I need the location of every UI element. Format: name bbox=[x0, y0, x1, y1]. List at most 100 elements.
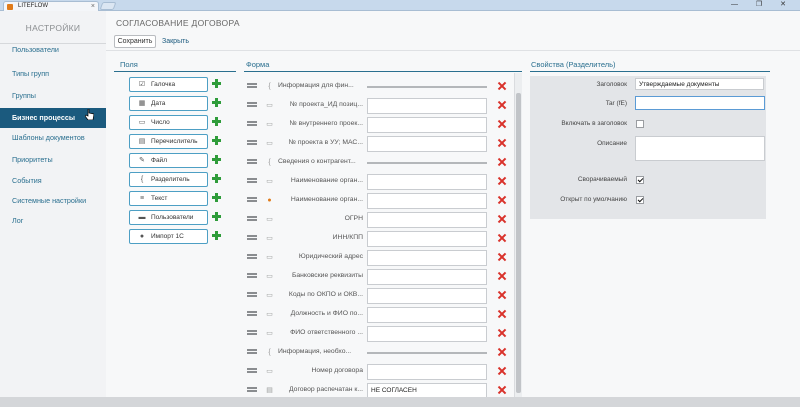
sidebar-item-5[interactable]: Шаблоны документов bbox=[0, 128, 106, 148]
field-type-label: Импорт 1С bbox=[151, 233, 184, 240]
field-type-label: Дата bbox=[151, 100, 166, 107]
sidebar-item-3[interactable]: Группы bbox=[0, 86, 106, 106]
delete-row-icon[interactable] bbox=[498, 291, 506, 299]
sidebar-item-1[interactable]: Пользователи bbox=[0, 40, 106, 60]
drag-handle-icon[interactable] bbox=[247, 197, 257, 204]
drag-handle-icon[interactable] bbox=[247, 178, 257, 185]
drag-handle-icon[interactable] bbox=[247, 235, 257, 242]
drag-handle-icon[interactable] bbox=[247, 216, 257, 223]
delete-row-icon[interactable] bbox=[498, 386, 506, 394]
delete-row-icon[interactable] bbox=[498, 120, 506, 128]
drag-handle-icon[interactable] bbox=[247, 311, 257, 318]
row-type-icon: ▭ bbox=[266, 292, 273, 299]
delete-row-icon[interactable] bbox=[498, 101, 506, 109]
add-field-plus-icon[interactable] bbox=[212, 117, 221, 126]
sidebar-item-2[interactable]: Типы групп bbox=[0, 64, 106, 84]
new-tab-button[interactable] bbox=[99, 2, 117, 10]
drag-handle-icon[interactable] bbox=[247, 254, 257, 261]
prop-description-textarea[interactable] bbox=[635, 136, 765, 161]
row-input[interactable] bbox=[367, 193, 487, 209]
delete-row-icon[interactable] bbox=[498, 253, 506, 261]
field-type-button[interactable]: ▭ Число bbox=[129, 115, 208, 130]
prop-open-default-checkbox[interactable] bbox=[636, 196, 644, 204]
add-field-plus-icon[interactable] bbox=[212, 212, 221, 221]
row-input[interactable] bbox=[367, 326, 487, 342]
delete-row-icon[interactable] bbox=[498, 234, 506, 242]
field-type-button[interactable]: ✎ Файл bbox=[129, 153, 208, 168]
delete-row-icon[interactable] bbox=[498, 158, 506, 166]
add-field-plus-icon[interactable] bbox=[212, 174, 221, 183]
add-field-plus-icon[interactable] bbox=[212, 193, 221, 202]
drag-handle-icon[interactable] bbox=[247, 387, 257, 394]
prop-tag-input[interactable] bbox=[635, 96, 765, 110]
delete-row-icon[interactable] bbox=[498, 329, 506, 337]
row-label: Наименование орган... bbox=[290, 177, 363, 184]
prop-include-checkbox[interactable] bbox=[636, 120, 644, 128]
delete-row-icon[interactable] bbox=[498, 348, 506, 356]
delete-row-icon[interactable] bbox=[498, 310, 506, 318]
row-type-icon: ▤ bbox=[266, 387, 273, 394]
drag-handle-icon[interactable] bbox=[247, 330, 257, 337]
properties-heading-rule bbox=[530, 71, 770, 72]
delete-row-icon[interactable] bbox=[498, 215, 506, 223]
browser-tab[interactable]: LITEFLOW × bbox=[3, 1, 99, 11]
add-field-plus-icon[interactable] bbox=[212, 98, 221, 107]
row-input[interactable] bbox=[367, 98, 487, 114]
row-input[interactable] bbox=[367, 212, 487, 228]
add-field-plus-icon[interactable] bbox=[212, 231, 221, 240]
row-input[interactable] bbox=[367, 288, 487, 304]
field-type-button[interactable]: ▦ Дата bbox=[129, 96, 208, 111]
drag-handle-icon[interactable] bbox=[247, 159, 257, 166]
delete-row-icon[interactable] bbox=[498, 367, 506, 375]
form-heading-rule bbox=[244, 71, 522, 72]
save-button[interactable]: Сохранить bbox=[114, 35, 156, 48]
sidebar-item-7[interactable]: События bbox=[0, 171, 106, 191]
drag-handle-icon[interactable] bbox=[247, 273, 257, 280]
prop-collapsible-checkbox[interactable] bbox=[636, 176, 644, 184]
row-input[interactable] bbox=[367, 231, 487, 247]
delete-row-icon[interactable] bbox=[498, 196, 506, 204]
add-field-plus-icon[interactable] bbox=[212, 79, 221, 88]
add-field-plus-icon[interactable] bbox=[212, 136, 221, 145]
delete-row-icon[interactable] bbox=[498, 139, 506, 147]
drag-handle-icon[interactable] bbox=[247, 102, 257, 109]
row-input[interactable] bbox=[367, 307, 487, 323]
drag-handle-icon[interactable] bbox=[247, 292, 257, 299]
add-field-plus-icon[interactable] bbox=[212, 155, 221, 164]
sidebar-item-6[interactable]: Приоритеты bbox=[0, 150, 106, 170]
drag-handle-icon[interactable] bbox=[247, 121, 257, 128]
field-type-icon: ▦ bbox=[138, 100, 146, 107]
field-type-button[interactable]: ▤ Перечислитель bbox=[129, 134, 208, 149]
row-label: ОГРН bbox=[344, 215, 363, 222]
delete-row-icon[interactable] bbox=[498, 272, 506, 280]
close-button[interactable]: Закрыть bbox=[162, 35, 194, 48]
drag-handle-icon[interactable] bbox=[247, 140, 257, 147]
form-scrollbar[interactable] bbox=[514, 73, 522, 398]
drag-handle-icon[interactable] bbox=[247, 368, 257, 375]
row-label: № проекта в УУ; МАС... bbox=[288, 139, 363, 146]
delete-row-icon[interactable] bbox=[498, 177, 506, 185]
field-type-button[interactable]: {Разделитель bbox=[129, 172, 208, 187]
row-input[interactable] bbox=[367, 364, 487, 380]
row-input[interactable] bbox=[367, 136, 487, 152]
row-input[interactable] bbox=[367, 269, 487, 285]
drag-handle-icon[interactable] bbox=[247, 83, 257, 90]
delete-row-icon[interactable] bbox=[498, 82, 506, 90]
form-row: {Сведения о контрагент... bbox=[244, 154, 512, 173]
form-scrollbar-thumb[interactable] bbox=[516, 93, 521, 393]
field-type-button[interactable]: ● Импорт 1С bbox=[129, 229, 208, 244]
drag-handle-icon[interactable] bbox=[247, 349, 257, 356]
window-controls[interactable]: — ❐ ✕ bbox=[731, 0, 794, 8]
row-type-icon: ▭ bbox=[266, 121, 273, 128]
field-type-button[interactable]: ☑ Галочка bbox=[129, 77, 208, 92]
sidebar-item-8[interactable]: Системные настройки bbox=[0, 191, 106, 211]
row-input[interactable] bbox=[367, 250, 487, 266]
field-type-button[interactable]: ▬ Пользователи bbox=[129, 210, 208, 225]
field-type-button[interactable]: ≡ Текст bbox=[129, 191, 208, 206]
tab-close-icon[interactable]: × bbox=[91, 2, 95, 11]
row-input[interactable] bbox=[367, 117, 487, 133]
row-input[interactable] bbox=[367, 174, 487, 190]
field-type-icon: ≡ bbox=[139, 195, 145, 202]
sidebar-item-9[interactable]: Лог bbox=[0, 211, 106, 231]
prop-title-input[interactable]: Утверждаемые документы bbox=[635, 78, 764, 90]
